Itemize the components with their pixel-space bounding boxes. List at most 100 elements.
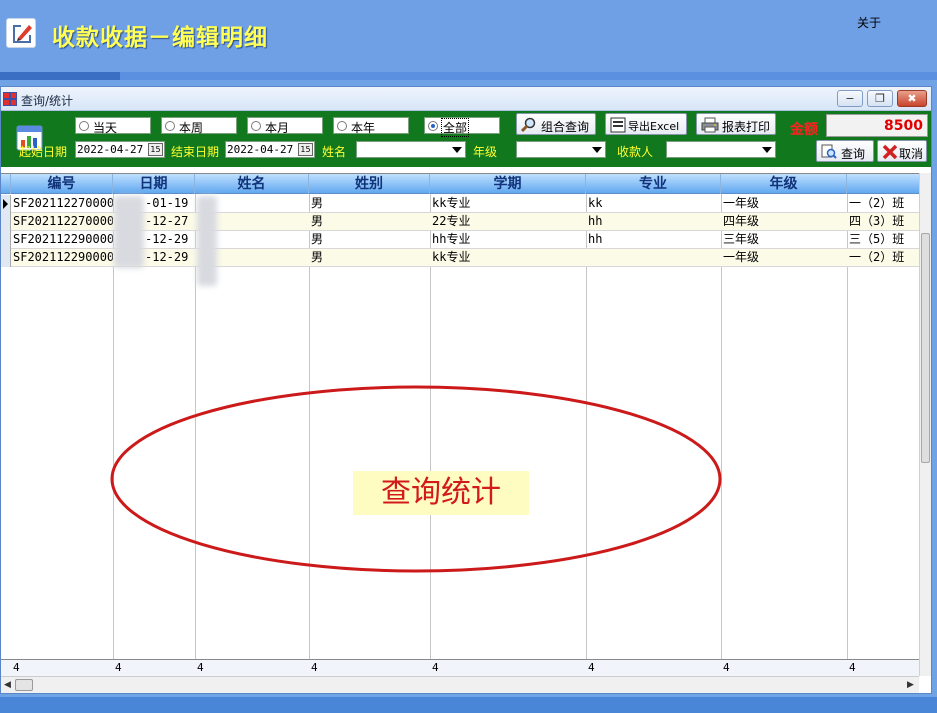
column-header-grade[interactable]: 年级 xyxy=(721,174,847,194)
cell-id: SF202112290000 xyxy=(13,250,113,264)
cell-gender: 男 xyxy=(311,214,324,228)
cell-grade: 一年级 xyxy=(723,196,760,210)
cell-class: 一（2）班 xyxy=(849,250,905,264)
cell-major: hh xyxy=(588,232,603,246)
footer-count: 4 xyxy=(723,661,730,674)
payee-dropdown[interactable] xyxy=(666,141,776,158)
grade-label: 年级 xyxy=(473,145,498,159)
amount-label: 金额 xyxy=(790,122,818,138)
calendar-icon[interactable]: 15 xyxy=(148,143,163,156)
column-header-term[interactable]: 学期 xyxy=(430,174,586,194)
cancel-label: 取消 xyxy=(899,147,924,161)
column-header-gender[interactable]: 姓别 xyxy=(309,174,430,194)
horizontal-scrollbar[interactable]: ◀ ▶ xyxy=(1,676,919,693)
range-year-label: 本年 xyxy=(351,121,376,135)
cell-major: hh xyxy=(588,214,603,228)
query-statistics-dialog: 查询/统计 − ❐ ✖ 当天 本周 本月 本年 全部 组合查询 导出Excel … xyxy=(0,86,932,694)
header-row-marker xyxy=(1,174,11,194)
name-label: 姓名 xyxy=(322,145,347,159)
vertical-scroll-thumb[interactable] xyxy=(921,233,930,463)
range-all-radio[interactable]: 全部 xyxy=(424,117,500,137)
header-divider-inner xyxy=(120,72,937,80)
range-year-radio[interactable]: 本年 xyxy=(333,117,409,135)
export-excel-label: 导出Excel xyxy=(628,120,680,133)
range-today-radio[interactable]: 当天 xyxy=(75,117,151,135)
status-strip xyxy=(0,697,937,713)
column-header-class[interactable] xyxy=(847,174,919,194)
privacy-blur xyxy=(197,196,217,286)
footer-count: 4 xyxy=(197,661,204,674)
cell-class: 四（3）班 xyxy=(849,214,905,228)
cell-id: SF202112270000 xyxy=(13,196,113,210)
range-week-label: 本周 xyxy=(179,121,204,135)
restore-button[interactable]: ❐ xyxy=(867,90,893,107)
cell-grade: 三年级 xyxy=(723,232,760,246)
end-date-label: 结束日期 xyxy=(171,145,220,159)
column-header-name[interactable]: 姓名 xyxy=(195,174,309,194)
minimize-icon: − xyxy=(845,92,855,105)
cell-major xyxy=(586,249,721,267)
cell-class: 三（5）班 xyxy=(849,232,905,246)
annotation-label: 查询统计 xyxy=(353,471,529,515)
name-dropdown[interactable] xyxy=(356,141,466,158)
dialog-app-icon xyxy=(3,92,17,106)
range-week-radio[interactable]: 本周 xyxy=(161,117,237,135)
print-report-button[interactable]: 报表打印 xyxy=(696,113,776,135)
radio-indicator-selected xyxy=(428,121,438,131)
cancel-button[interactable]: 取消 xyxy=(877,140,927,162)
column-header-date[interactable]: 日期 xyxy=(113,174,195,194)
start-date-value: 2022-04-27 xyxy=(77,143,144,156)
footer-count: 4 xyxy=(849,661,856,674)
magnifier-icon xyxy=(521,117,536,133)
current-row-marker xyxy=(1,195,11,213)
privacy-blur xyxy=(114,196,144,268)
close-button[interactable]: ✖ xyxy=(897,90,927,107)
row-marker xyxy=(1,231,11,249)
range-month-radio[interactable]: 本月 xyxy=(247,117,323,135)
radio-indicator xyxy=(165,121,175,131)
cell-grade: 四年级 xyxy=(723,214,760,228)
chevron-down-icon xyxy=(762,147,772,153)
start-date-field[interactable]: 2022-04-27 15 xyxy=(75,141,165,158)
about-menu[interactable]: 关于 xyxy=(857,14,881,31)
radio-indicator xyxy=(79,121,89,131)
amount-value: 8500 xyxy=(884,118,923,134)
calendar-icon[interactable]: 15 xyxy=(298,143,313,156)
chevron-down-icon xyxy=(452,147,462,153)
app-title: 收款收据－编辑明细 xyxy=(52,24,268,51)
combo-query-label: 组合查询 xyxy=(541,120,590,134)
minimize-button[interactable]: − xyxy=(837,90,863,107)
cell-id: SF202112270000 xyxy=(13,214,113,228)
horizontal-scroll-thumb[interactable] xyxy=(15,679,33,691)
footer-count: 4 xyxy=(588,661,595,674)
range-month-label: 本月 xyxy=(265,121,290,135)
query-button[interactable]: 查询 xyxy=(816,140,874,162)
chevron-down-icon xyxy=(592,147,602,153)
cell-term: hh专业 xyxy=(432,232,471,246)
dialog-title: 查询/统计 xyxy=(21,94,74,108)
cell-gender: 男 xyxy=(311,250,324,264)
edit-pencil-icon xyxy=(6,18,36,48)
column-header-major[interactable]: 专业 xyxy=(586,174,721,194)
radio-indicator xyxy=(251,121,261,131)
grade-dropdown[interactable] xyxy=(516,141,606,158)
export-icon xyxy=(610,117,626,133)
row-pointer-icon xyxy=(3,199,8,209)
filter-panel: 当天 本周 本月 本年 全部 组合查询 导出Excel 报表打印 金额 8500… xyxy=(1,111,931,167)
scroll-left-icon[interactable]: ◀ xyxy=(4,680,11,690)
start-date-label: 起始日期 xyxy=(19,145,68,159)
scroll-right-icon[interactable]: ▶ xyxy=(907,680,914,690)
print-report-label: 报表打印 xyxy=(722,120,771,134)
row-marker xyxy=(1,213,11,231)
printer-icon xyxy=(701,117,719,133)
vertical-scrollbar[interactable] xyxy=(919,173,931,676)
dialog-titlebar[interactable]: 查询/统计 − ❐ ✖ xyxy=(1,87,931,111)
combo-query-button[interactable]: 组合查询 xyxy=(516,113,596,135)
end-date-field[interactable]: 2022-04-27 15 xyxy=(225,141,315,158)
column-header-id[interactable]: 编号 xyxy=(11,174,113,194)
cell-class: 一（2）班 xyxy=(849,196,905,210)
grid-footer-totals: 4 4 4 4 4 4 4 4 xyxy=(1,659,919,676)
query-label: 查询 xyxy=(841,147,866,161)
export-excel-button[interactable]: 导出Excel xyxy=(605,113,687,135)
footer-count: 4 xyxy=(115,661,122,674)
